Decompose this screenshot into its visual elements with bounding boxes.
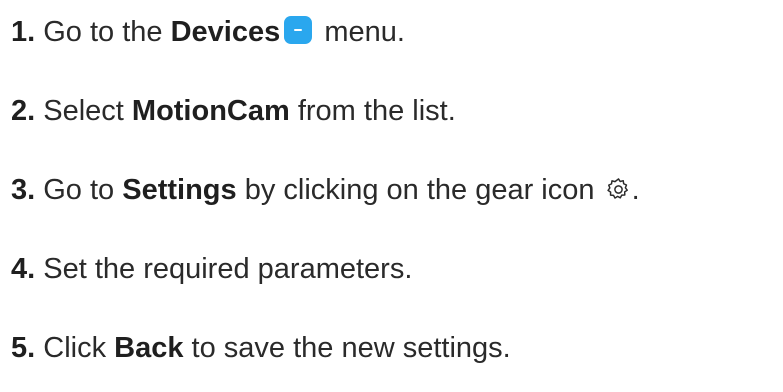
step-4: 4. Set the required parameters. [11, 251, 412, 287]
step-keyword: Settings [122, 174, 237, 206]
step-text: . [631, 174, 640, 206]
step-text: Select [35, 95, 132, 127]
step-number: 2. [11, 95, 36, 127]
gear-icon [606, 178, 628, 199]
step-text: to save the new settings. [183, 332, 511, 364]
devices-icon [284, 16, 313, 44]
step-keyword: Devices [170, 16, 281, 48]
step-text: by clicking on the gear icon [236, 174, 603, 206]
instructions-list: 1. Go to the Devices menu. 2. Select Mot… [0, 0, 783, 392]
step-text: menu. [316, 16, 405, 48]
step-text: Set the required parameters. [35, 253, 413, 285]
step-text: Go to [35, 174, 123, 206]
step-1: 1. Go to the Devices menu. [11, 14, 405, 50]
step-number: 5. [11, 332, 36, 364]
step-text: from the list. [289, 95, 456, 127]
step-number: 3. [11, 174, 36, 206]
step-number: 4. [11, 253, 36, 285]
step-text: Go to the [35, 16, 171, 48]
step-text: Click [35, 332, 115, 364]
step-keyword: MotionCam [131, 95, 290, 127]
step-3: 3. Go to Settings by clicking on the gea… [11, 172, 640, 208]
step-keyword: Back [114, 332, 184, 364]
step-5: 5. Click Back to save the new settings. [11, 330, 511, 366]
step-2: 2. Select MotionCam from the list. [11, 93, 456, 129]
step-number: 1. [11, 16, 36, 48]
